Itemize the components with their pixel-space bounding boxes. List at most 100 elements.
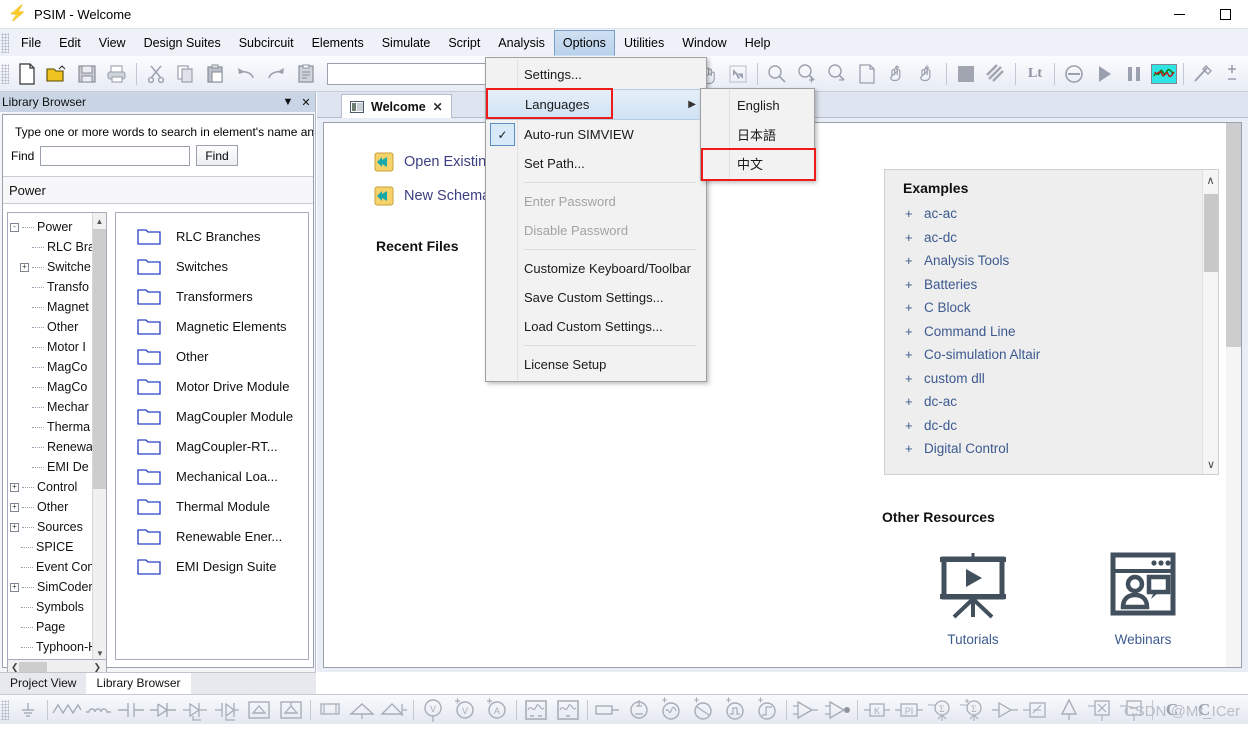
list-item[interactable]: EMI Design Suite	[116, 551, 308, 581]
resistor-icon[interactable]	[51, 697, 83, 723]
menu-item-auto-run-simview[interactable]: ✓ Auto-run SIMVIEW	[486, 120, 706, 149]
menu-item-settings[interactable]: Settings...	[486, 60, 706, 89]
example-item[interactable]: + ac-dc	[905, 226, 1218, 250]
minimize-button[interactable]	[1156, 0, 1202, 28]
scope-icon[interactable]	[520, 697, 552, 723]
list-item[interactable]: RLC Branches	[116, 221, 308, 251]
scroll-down-icon[interactable]: ▼	[93, 645, 106, 659]
tab-welcome[interactable]: Welcome ✕	[341, 94, 452, 118]
scrollbar-thumb[interactable]	[1226, 123, 1241, 347]
comparator-icon[interactable]	[822, 697, 854, 723]
transfer-function-icon[interactable]	[1021, 697, 1053, 723]
zoom-in-icon[interactable]	[792, 59, 822, 89]
transformer-center-icon[interactable]	[378, 697, 410, 723]
inductor-icon[interactable]	[83, 697, 115, 723]
expand-icon[interactable]: +	[905, 441, 914, 456]
paste-special-icon[interactable]	[291, 59, 321, 89]
menu-edit[interactable]: Edit	[50, 30, 90, 56]
list-item[interactable]: Renewable Ener...	[116, 521, 308, 551]
example-item[interactable]: + dc-ac	[905, 390, 1218, 414]
diode-icon[interactable]	[147, 697, 179, 723]
maximize-button[interactable]	[1202, 0, 1248, 28]
cut-icon[interactable]	[141, 59, 171, 89]
copy-icon[interactable]	[171, 59, 201, 89]
block-icon[interactable]	[951, 59, 981, 89]
example-item[interactable]: + dc-dc	[905, 414, 1218, 438]
hand-up-icon[interactable]	[882, 59, 912, 89]
menu-item-languages[interactable]: Languages ▶	[486, 89, 706, 120]
save-icon[interactable]	[72, 59, 102, 89]
voltage-probe-icon[interactable]: V	[449, 697, 481, 723]
summer-plus-icon[interactable]: Σ	[957, 697, 989, 723]
menu-options[interactable]: Options	[553, 29, 615, 56]
library-tree[interactable]: - Power RLC Bra + Switche Transfo Magnet O…	[7, 212, 107, 660]
document-scrollbar[interactable]	[1226, 123, 1241, 667]
pi-controller-icon[interactable]: PI	[893, 697, 925, 723]
library-item-list[interactable]: RLC Branches Switches Transformers Magne…	[115, 212, 309, 660]
bridge-rectifier-icon[interactable]	[243, 697, 275, 723]
examples-scrollbar[interactable]: ∧ ∨	[1202, 170, 1218, 474]
expand-toggle-icon[interactable]: +	[10, 522, 19, 532]
scope2-icon[interactable]	[552, 697, 584, 723]
redo-icon[interactable]	[261, 59, 291, 89]
list-item[interactable]: Transformers	[116, 281, 308, 311]
undo-icon[interactable]	[231, 59, 261, 89]
multiplier-icon[interactable]	[1085, 697, 1117, 723]
expand-toggle-icon[interactable]: +	[10, 502, 19, 512]
elements-toolbar-grip[interactable]	[1, 699, 9, 720]
search-input[interactable]	[40, 145, 191, 166]
menu-utilities[interactable]: Utilities	[615, 30, 673, 56]
expand-icon[interactable]: +	[905, 324, 914, 339]
ground-icon[interactable]	[12, 697, 44, 723]
list-item[interactable]: MagCoupler Module	[116, 401, 308, 431]
zoom-out-icon[interactable]	[822, 59, 852, 89]
simview-icon[interactable]	[1149, 59, 1179, 89]
toolbar-grip[interactable]	[1, 63, 9, 84]
collapse-toggle-icon[interactable]: -	[10, 222, 19, 232]
example-item[interactable]: + Analysis Tools	[905, 249, 1218, 273]
scroll-up-icon[interactable]: ∧	[1203, 170, 1218, 190]
expand-toggle-icon[interactable]: +	[10, 482, 19, 492]
example-item[interactable]: + Batteries	[905, 273, 1218, 297]
stop-icon[interactable]	[1059, 59, 1089, 89]
example-item[interactable]: + Co-simulation Altair	[905, 343, 1218, 367]
example-item[interactable]: + C Block	[905, 296, 1218, 320]
menu-item-customize-keyboard-toolbar[interactable]: Customize Keyboard/Toolbar	[486, 254, 706, 283]
tutorials-item[interactable]: Tutorials	[918, 551, 1028, 647]
menu-design-suites[interactable]: Design Suites	[135, 30, 230, 56]
menu-analysis[interactable]: Analysis	[489, 30, 554, 56]
menu-view[interactable]: View	[90, 30, 135, 56]
list-item[interactable]: Other	[116, 341, 308, 371]
select-arrow-icon[interactable]	[723, 59, 753, 89]
close-icon[interactable]: ✕	[433, 100, 443, 114]
zoom-icon[interactable]	[762, 59, 792, 89]
open-existing-link[interactable]: Open Existing	[374, 145, 494, 179]
expand-icon[interactable]: +	[905, 347, 914, 362]
probe-icon[interactable]	[1188, 59, 1218, 89]
scrollbar-thumb[interactable]	[1204, 194, 1218, 272]
menubar-grip[interactable]	[1, 32, 9, 53]
list-item[interactable]: Motor Drive Module	[116, 371, 308, 401]
menu-item-load-custom-settings[interactable]: Load Custom Settings...	[486, 312, 706, 341]
menu-simulate[interactable]: Simulate	[373, 30, 440, 56]
ac-source-icon[interactable]	[655, 697, 687, 723]
expand-icon[interactable]: +	[905, 253, 914, 268]
paste-icon[interactable]	[201, 59, 231, 89]
find-button[interactable]: Find	[196, 145, 238, 166]
expand-toggle-icon[interactable]: +	[20, 262, 29, 272]
expand-icon[interactable]: +	[905, 394, 914, 409]
tab-library-browser[interactable]: Library Browser	[86, 673, 191, 694]
summer-minus-icon[interactable]: Σ	[925, 697, 957, 723]
expand-icon[interactable]: +	[905, 206, 914, 221]
menu-item-english[interactable]: English	[701, 91, 814, 120]
menu-subcircuit[interactable]: Subcircuit	[230, 30, 303, 56]
bridge-thyristor-icon[interactable]	[275, 697, 307, 723]
menu-item-japanese[interactable]: 日本語	[701, 120, 814, 149]
square-source-icon[interactable]	[719, 697, 751, 723]
logic-icon[interactable]	[1053, 697, 1085, 723]
list-item[interactable]: Thermal Module	[116, 491, 308, 521]
toolbar-combo[interactable]: ▼	[327, 62, 502, 85]
hatch-icon[interactable]	[981, 59, 1011, 89]
thyristor-icon[interactable]	[179, 697, 211, 723]
run-icon[interactable]	[1089, 59, 1119, 89]
